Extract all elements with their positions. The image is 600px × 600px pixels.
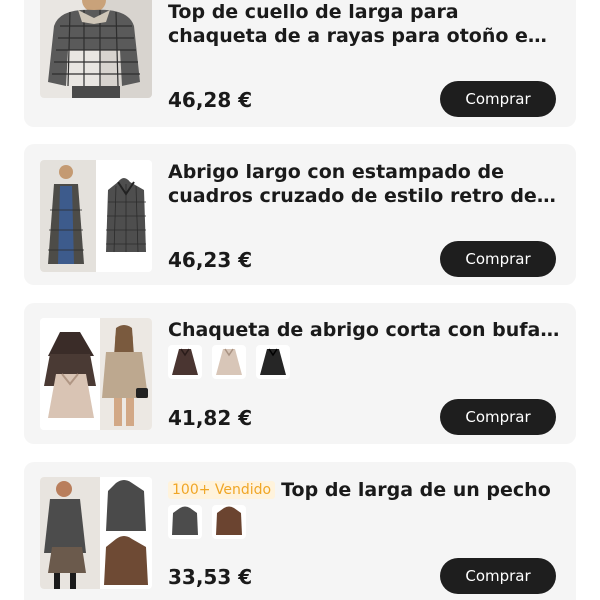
product-price: 46,23 € bbox=[168, 248, 253, 272]
variant-swatches bbox=[168, 505, 246, 539]
product-card[interactable]: Top de cuello de larga para chaqueta de … bbox=[24, 0, 576, 127]
variant-swatch-beige[interactable] bbox=[212, 345, 246, 379]
product-title[interactable]: 100+ Vendido Top de larga de un pecho bbox=[168, 478, 560, 502]
variant-swatch-black[interactable] bbox=[256, 345, 290, 379]
product-title[interactable]: Chaqueta de abrigo corta con bufanda bbox=[168, 318, 560, 342]
variant-swatch-brown[interactable] bbox=[212, 505, 246, 539]
product-price: 41,82 € bbox=[168, 406, 253, 430]
buy-button[interactable]: Comprar bbox=[440, 558, 556, 594]
product-image[interactable] bbox=[40, 160, 152, 272]
product-image[interactable] bbox=[40, 477, 152, 589]
variant-swatch-grey[interactable] bbox=[168, 505, 202, 539]
product-price: 46,28 € bbox=[168, 88, 253, 112]
product-image[interactable] bbox=[40, 318, 152, 430]
product-title[interactable]: Top de cuello de larga para chaqueta de … bbox=[168, 0, 560, 48]
product-title-text: Top de larga de un pecho bbox=[281, 479, 551, 501]
variant-swatch-brown[interactable] bbox=[168, 345, 202, 379]
buy-button[interactable]: Comprar bbox=[440, 399, 556, 435]
product-card[interactable]: Chaqueta de abrigo corta con bufanda 41,… bbox=[24, 303, 576, 444]
product-card[interactable]: 100+ Vendido Top de larga de un pecho 33,… bbox=[24, 462, 576, 600]
buy-button[interactable]: Comprar bbox=[440, 81, 556, 117]
variant-swatches bbox=[168, 345, 290, 379]
product-image[interactable] bbox=[40, 0, 152, 98]
product-price: 33,53 € bbox=[168, 565, 253, 589]
product-title[interactable]: Abrigo largo con estampado de cuadros cr… bbox=[168, 160, 560, 208]
product-card[interactable]: Abrigo largo con estampado de cuadros cr… bbox=[24, 144, 576, 285]
buy-button[interactable]: Comprar bbox=[440, 241, 556, 277]
sold-count-badge: 100+ Vendido bbox=[168, 481, 276, 499]
